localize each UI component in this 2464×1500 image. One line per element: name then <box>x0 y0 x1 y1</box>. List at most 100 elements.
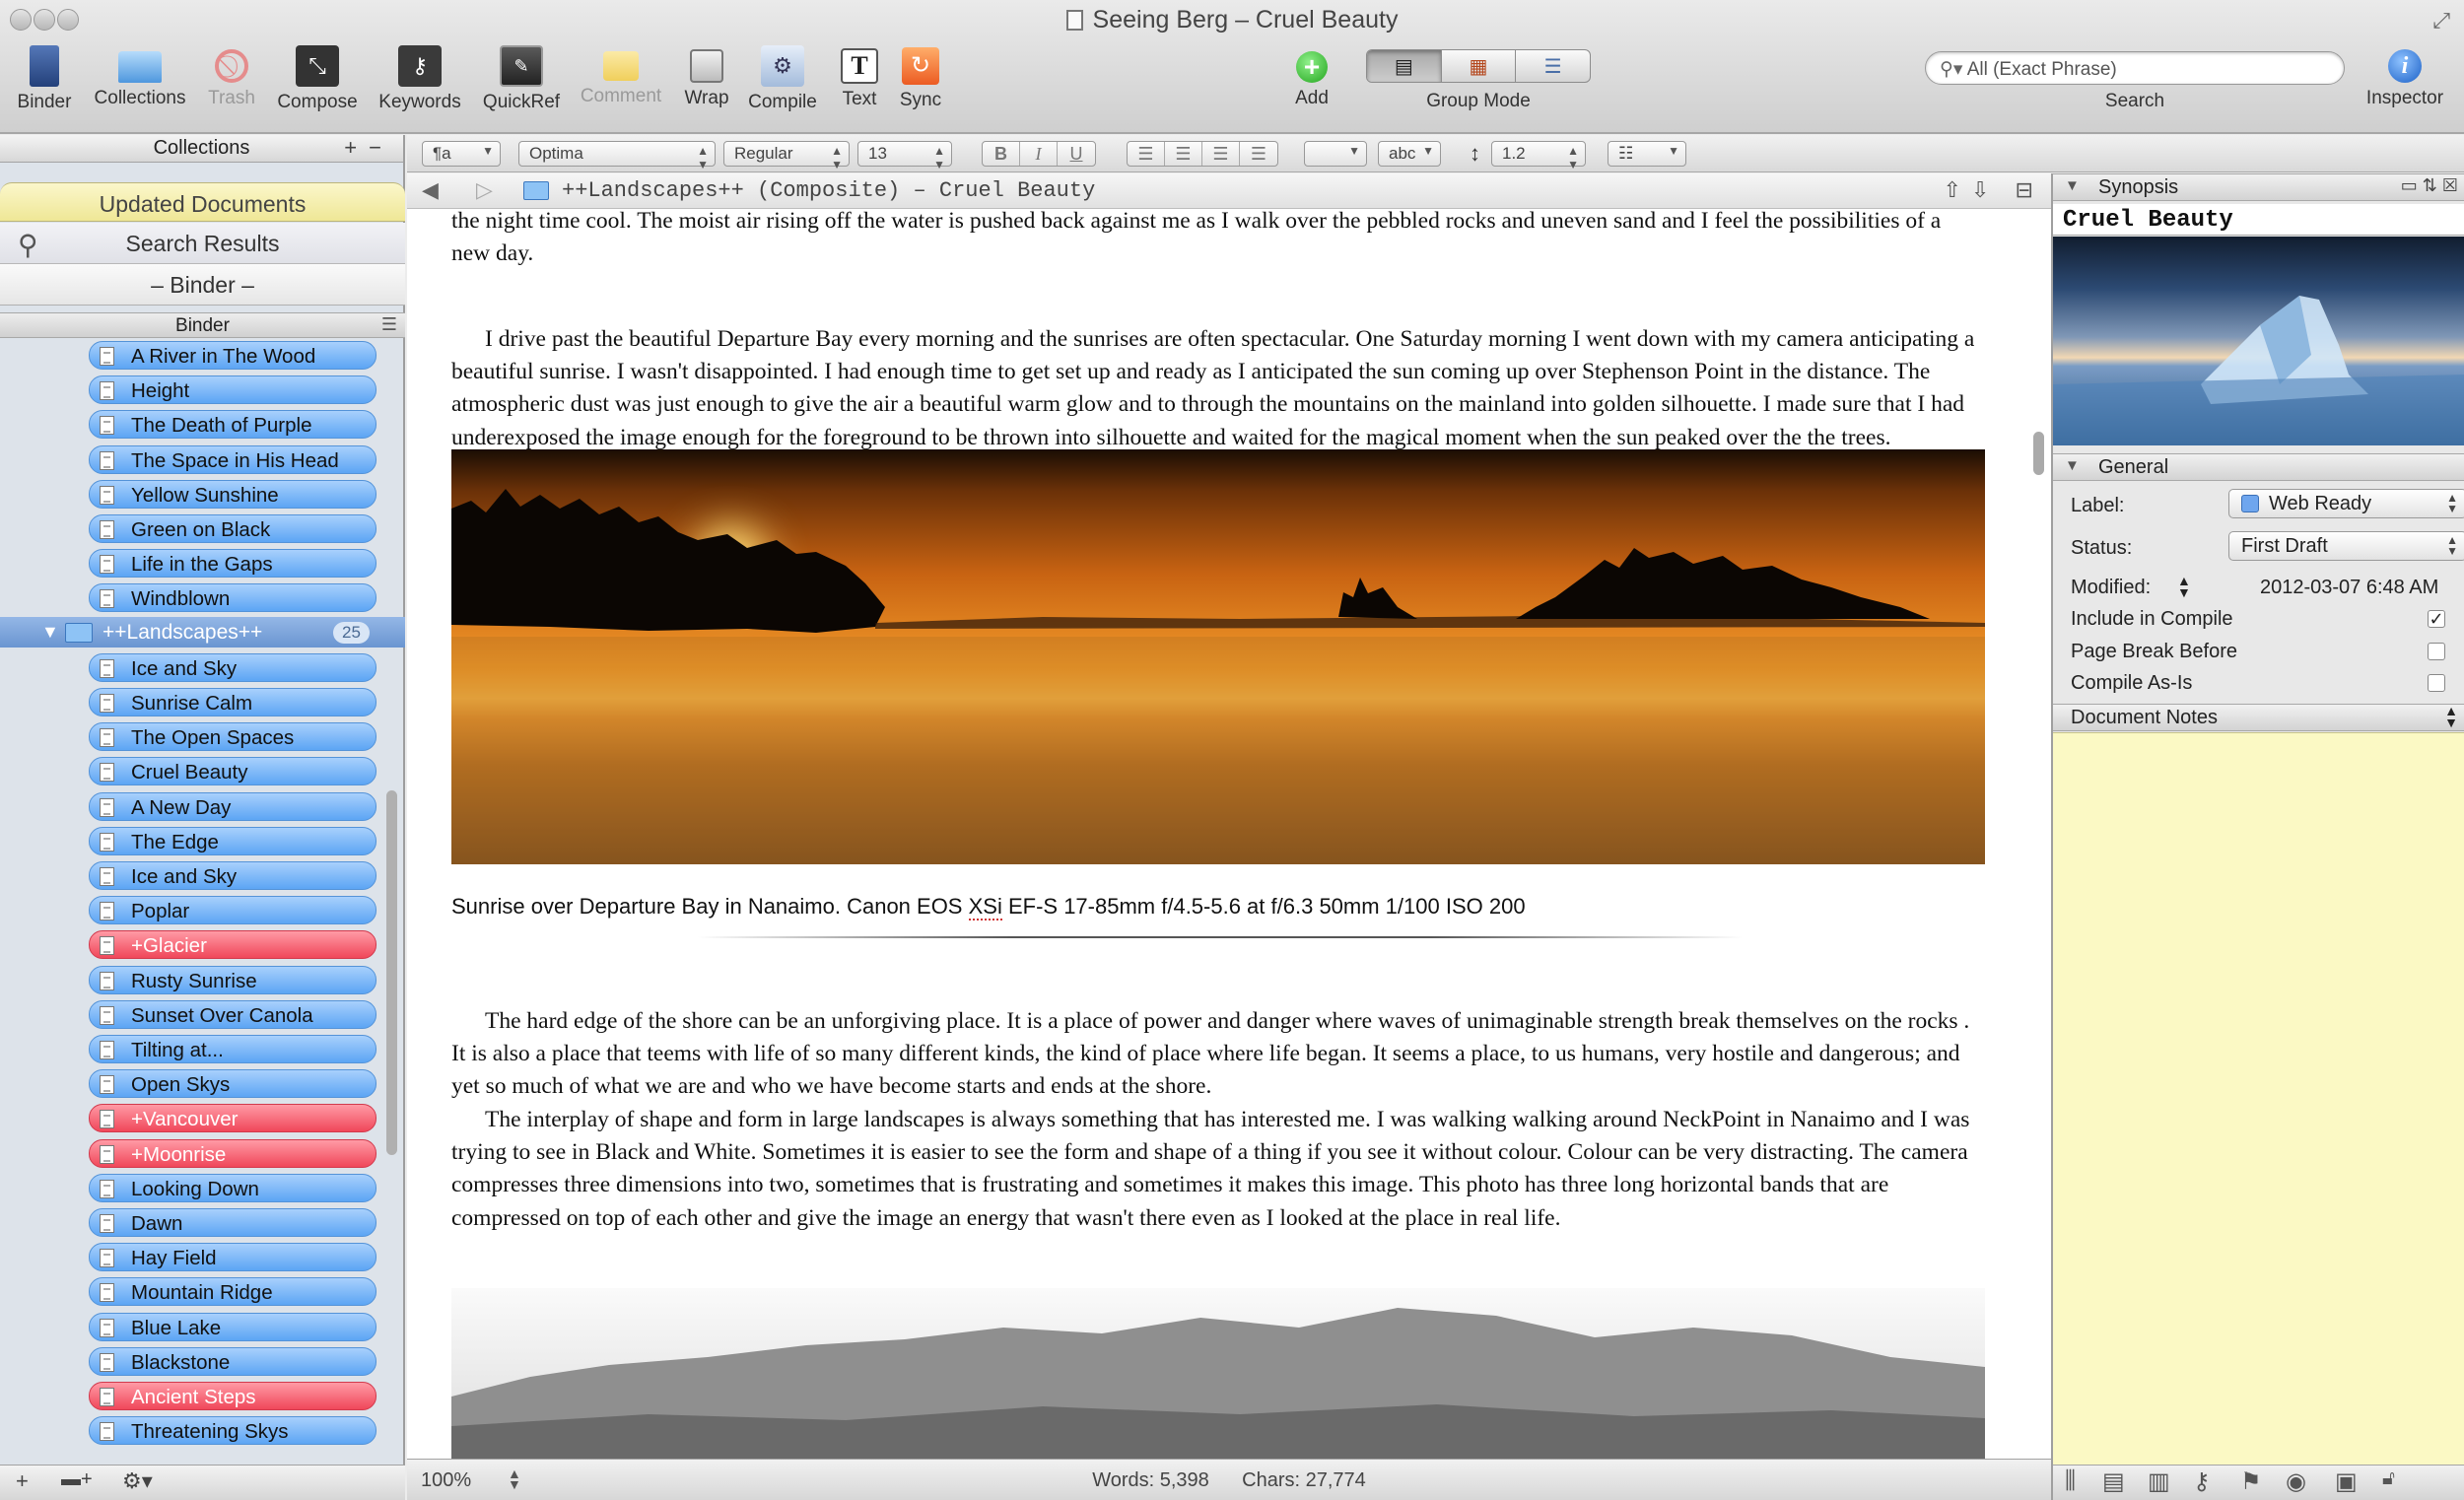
collection-tab-binder[interactable]: – Binder – <box>0 264 405 306</box>
binder-item[interactable]: Windblown <box>89 583 376 613</box>
document-text[interactable]: the night time cool. The moist air risin… <box>451 209 1985 1459</box>
align-left-icon[interactable]: ☰ <box>1128 142 1165 166</box>
label-popup[interactable]: Web Ready ▲ ▼ <box>2228 489 2464 518</box>
lock-icon[interactable]: 🔓︎ <box>2382 1467 2395 1490</box>
modified-toggle-icon[interactable]: ▲ ▼ <box>2177 574 2191 599</box>
inspector-button[interactable]: i Inspector <box>2358 45 2452 109</box>
search-input[interactable]: ⚲▾ All (Exact Phrase) <box>1925 51 2345 85</box>
corkboard-mode-icon[interactable]: ▦ <box>1442 50 1517 82</box>
collection-tab-search-results[interactable]: ⚲ Search Results <box>0 223 405 264</box>
synopsis-header[interactable]: ▼ Synopsis ▭ ⇅ ☒ <box>2053 173 2464 201</box>
binder-item[interactable]: A River in The Wood <box>89 341 376 370</box>
group-mode-control[interactable]: ▤ ▦ ☰ <box>1366 49 1591 83</box>
page-break-before-checkbox[interactable] <box>2428 643 2445 660</box>
binder-item[interactable]: Poplar <box>89 896 376 925</box>
bold-button[interactable]: B <box>983 142 1020 166</box>
binder-button[interactable]: Binder <box>8 45 81 113</box>
add-item-button[interactable]: + <box>16 1468 29 1494</box>
binder-menu-icon[interactable]: ☰ <box>381 314 397 335</box>
quickref-button[interactable]: ✎ QuickRef <box>477 45 566 113</box>
font-family-menu[interactable]: Optima ▲ ▼ <box>518 141 716 171</box>
binder-item[interactable]: Blue Lake <box>89 1312 376 1341</box>
status-popup[interactable]: First Draft ▲ ▼ <box>2228 531 2464 561</box>
binder-item[interactable]: Life in the Gaps <box>89 549 376 579</box>
scrivenings-mode-icon[interactable]: ▤ <box>1367 50 1442 82</box>
wrap-button[interactable]: Wrap <box>678 45 735 109</box>
gear-icon[interactable]: ⚙▾ <box>122 1468 153 1494</box>
binder-item[interactable]: Cruel Beauty <box>89 757 376 786</box>
compile-as-is-checkbox[interactable] <box>2428 674 2445 692</box>
binder-item[interactable]: The Edge <box>89 826 376 855</box>
synopsis-image[interactable] <box>2053 237 2464 445</box>
editor-header-controls[interactable]: ⇧⇩ ⊟ <box>1944 177 2043 203</box>
binder-folder-landscapes[interactable]: ▼ ++Landscapes++ 25 <box>0 616 405 648</box>
include-in-compile-checkbox[interactable]: ✓ <box>2428 610 2445 628</box>
binder-item[interactable]: Ice and Sky <box>89 861 376 890</box>
text-button[interactable]: T Text <box>834 45 885 110</box>
disclosure-triangle-icon[interactable]: ▼ <box>41 617 59 648</box>
binder-item[interactable]: Ice and Sky <box>89 652 376 682</box>
binder-item[interactable]: Dawn <box>89 1208 376 1237</box>
binder-item[interactable]: The Open Spaces <box>89 722 376 752</box>
comments-tab-icon[interactable]: ▣ <box>2335 1467 2358 1496</box>
binder-item[interactable]: Sunrise Calm <box>89 688 376 716</box>
binder-item[interactable]: Rusty Sunrise <box>89 965 376 994</box>
binder-item[interactable]: +Glacier <box>89 930 376 960</box>
font-style-menu[interactable]: Regular ▲ ▼ <box>723 141 850 171</box>
books-tab-icon[interactable]: ▥ <box>2148 1467 2170 1496</box>
binder-item[interactable]: Tilting at... <box>89 1035 376 1063</box>
snapshots-camera-icon[interactable]: ◉ <box>2286 1467 2306 1496</box>
binder-item[interactable]: Mountain Ridge <box>89 1277 376 1307</box>
line-spacing-menu[interactable]: 1.2 ▲ ▼ <box>1491 141 1586 171</box>
binder-scrollbar[interactable] <box>386 790 397 1155</box>
paragraph-style-menu[interactable]: ¶a ▼ <box>422 141 501 167</box>
add-button[interactable]: + Add <box>1277 45 1346 109</box>
back-arrow-icon[interactable]: ◀ <box>422 177 439 203</box>
binder-item[interactable]: Looking Down <box>89 1173 376 1202</box>
binder-item[interactable]: Open Skys <box>89 1069 376 1099</box>
binder-item[interactable]: +Moonrise <box>89 1138 376 1168</box>
binder-item[interactable]: The Space in His Head <box>89 444 376 474</box>
underline-button[interactable]: U <box>1058 142 1095 166</box>
binder-item[interactable]: Green on Black <box>89 514 376 543</box>
editor-header-title[interactable]: ++Landscapes++ (Composite) – Cruel Beaut… <box>562 178 1095 203</box>
synopsis-controls[interactable]: ▭ ⇅ ☒ <box>2401 175 2458 196</box>
align-right-icon[interactable]: ☰ <box>1202 142 1240 166</box>
collections-add-remove[interactable]: +− <box>344 135 393 161</box>
black-white-photo[interactable] <box>451 1288 1985 1459</box>
sunrise-photo[interactable] <box>451 449 1985 864</box>
document-notes-header[interactable]: Document Notes ▲ ▼ <box>2053 704 2464 731</box>
forward-arrow-icon[interactable]: ▷ <box>476 177 493 203</box>
tag-icon[interactable]: ⚑ <box>2240 1467 2262 1496</box>
collections-button[interactable]: Collections <box>87 45 193 109</box>
binder-item[interactable]: Height <box>89 375 376 405</box>
text-color-menu[interactable]: ▼ <box>1304 141 1367 167</box>
binder-item[interactable]: Hay Field <box>89 1243 376 1272</box>
font-size-menu[interactable]: 13 ▲ ▼ <box>857 141 952 171</box>
binder-item[interactable]: A New Day <box>89 791 376 821</box>
justify-icon[interactable]: ☰ <box>1240 142 1277 166</box>
notes-tab-icon[interactable]: ⫼ <box>2065 1467 2076 1495</box>
editor-scrollbar[interactable] <box>2033 432 2044 475</box>
compose-button[interactable]: ⤡ Compose <box>272 45 363 113</box>
binder-item[interactable]: Yellow Sunshine <box>89 479 376 509</box>
keywords-button[interactable]: ⚷ Keywords <box>373 45 467 113</box>
fullscreen-icon[interactable]: ⤢ <box>2432 8 2450 34</box>
binder-item[interactable]: Threatening Skys <box>89 1416 376 1446</box>
align-center-icon[interactable]: ☰ <box>1165 142 1202 166</box>
binder-item[interactable]: Sunset Over Canola <box>89 999 376 1029</box>
binder-item[interactable]: +Vancouver <box>89 1104 376 1133</box>
add-folder-button[interactable]: ▬+ <box>61 1468 93 1491</box>
compile-button[interactable]: ⚙ Compile <box>741 45 824 113</box>
outliner-mode-icon[interactable]: ☰ <box>1516 50 1590 82</box>
document-notes-area[interactable] <box>2053 732 2464 1465</box>
sync-button[interactable]: ↻ Sync <box>895 45 946 111</box>
binder-item[interactable]: The Death of Purple <box>89 410 376 440</box>
references-tab-icon[interactable]: ▤ <box>2102 1467 2125 1496</box>
list-style-menu[interactable]: ☷ ▼ <box>1608 141 1686 167</box>
italic-button[interactable]: I <box>1020 142 1058 166</box>
synopsis-title[interactable]: Cruel Beauty <box>2053 204 2464 236</box>
general-header[interactable]: ▼ General <box>2053 453 2464 481</box>
binder-item[interactable]: Blackstone <box>89 1346 376 1376</box>
keywords-tab-icon[interactable]: ⚷ <box>2193 1467 2211 1496</box>
